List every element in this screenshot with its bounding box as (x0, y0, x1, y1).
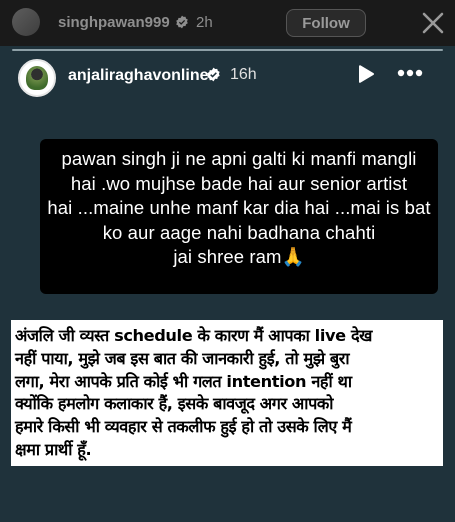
avatar-icon[interactable] (18, 59, 56, 97)
story-timestamp: 16h (230, 66, 257, 83)
verified-badge-icon (207, 67, 220, 82)
hindi-message-text: अंजलि जी व्यस्त schedule के कारण मैं आपक… (15, 326, 372, 459)
more-options-icon[interactable] (397, 68, 423, 78)
play-icon[interactable] (357, 64, 375, 84)
follow-button[interactable]: Follow (286, 9, 366, 37)
close-icon[interactable] (418, 8, 448, 38)
story-viewer[interactable]: anjaliraghavonline 16h pawan singh ji ne… (0, 46, 455, 522)
flag-avatar-icon[interactable] (12, 8, 40, 36)
verified-badge-icon (176, 15, 188, 29)
quote-text: pawan singh ji ne apni galti ki manfi ma… (47, 148, 431, 267)
hindi-message-box: अंजलि जी व्यस्त schedule के कारण मैं आपक… (11, 320, 443, 466)
outer-story-header: singhpawan999 2h Follow (0, 0, 455, 46)
outer-username[interactable]: singhpawan999 (58, 14, 170, 31)
story-progress-bar (12, 49, 443, 51)
quote-text-box: pawan singh ji ne apni galti ki manfi ma… (40, 139, 438, 294)
story-username[interactable]: anjaliraghavonline (68, 67, 208, 85)
outer-timestamp: 2h (196, 14, 213, 31)
